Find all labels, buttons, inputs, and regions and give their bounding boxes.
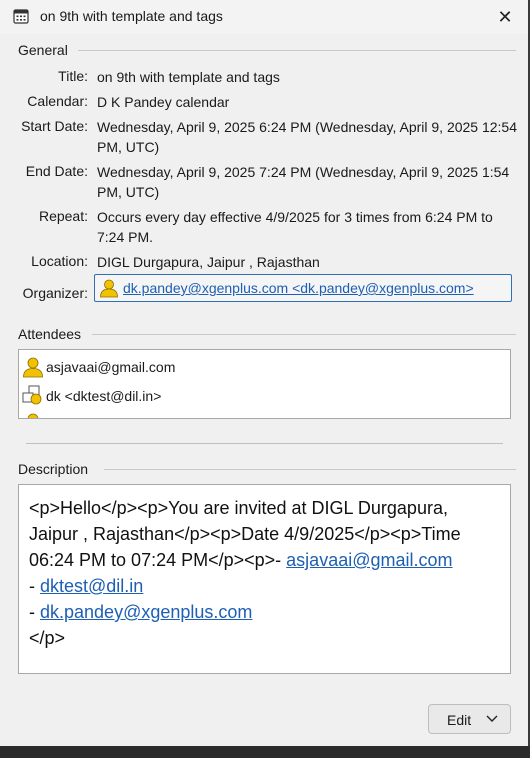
description-divider [104,469,516,470]
end-date-label: End Date: [25,163,88,179]
description-line: <p>Hello</p><p>You are invited at DIGL D… [29,498,448,518]
calendar-icon [13,9,29,24]
title-value: on 9th with template and tags [97,69,280,85]
start-date-value: Wednesday, April 9, 2025 6:24 PM (Wednes… [97,119,518,155]
window-title: on 9th with template and tags [40,8,223,24]
title-label: Title: [58,68,88,84]
description-line: - dk.pandey@xgenplus.com [29,599,500,625]
general-heading: General [18,42,74,58]
organizer-field[interactable]: dk.pandey@xgenplus.com <dk.pandey@xgenpl… [94,274,512,302]
calendar-value: D K Pandey calendar [97,94,230,110]
end-date-value: Wednesday, April 9, 2025 7:24 PM (Wednes… [97,164,510,200]
person-icon [100,279,118,298]
start-date-label: Start Date: [21,118,88,134]
email-link[interactable]: dktest@dil.in [40,576,143,596]
description-text-run: - [29,602,40,622]
general-divider [78,50,516,51]
attendee-label: dk <dktest@dil.in> [46,388,162,404]
person-pending-icon [22,385,42,405]
chevron-down-icon [486,715,498,722]
close-button[interactable]: ✕ [482,0,528,34]
description-text-run: 06:24 PM to 07:24 PM</p><p>- [29,550,287,570]
section-divider [26,443,503,444]
description-line: Jaipur , Rajasthan</p><p>Date 4/9/2025</… [29,524,461,544]
description-text-run: - [29,576,40,596]
description-line: 06:24 PM to 07:24 PM</p><p>- asjavaai@gm… [29,547,500,573]
calendar-label: Calendar: [27,93,88,109]
repeat-label: Repeat: [38,208,88,224]
attendees-heading: Attendees [18,326,88,342]
person-icon [27,413,39,418]
email-link[interactable]: asjavaai@gmail.com [286,550,452,570]
attendees-divider [92,334,516,335]
attendee-list[interactable]: asjavaai@gmail.com dk <dktest@dil.in> [18,349,511,419]
location-value: DIGL Durgapura, Jaipur , Rajasthan [97,254,320,270]
close-icon: ✕ [497,6,513,27]
event-dialog: on 9th with template and tags ✕ General … [0,0,530,746]
location-label: Location: [31,253,88,269]
edit-label: Edit [447,712,472,728]
description-heading: Description [18,461,95,477]
title-bar: on 9th with template and tags ✕ [0,0,528,34]
description-text[interactable]: <p>Hello</p><p>You are invited at DIGL D… [18,484,511,674]
description-line: - dktest@dil.in [29,573,500,599]
organizer-link[interactable]: dk.pandey@xgenplus.com <dk.pandey@xgenpl… [123,280,474,296]
organizer-label: Organizer: [22,285,88,301]
repeat-value: Occurs every day effective 4/9/2025 for … [97,209,493,245]
person-icon [23,357,43,378]
description-line: </p> [29,628,66,648]
edit-button[interactable]: Edit [428,704,511,734]
attendee-label: asjavaai@gmail.com [46,359,176,375]
email-link[interactable]: dk.pandey@xgenplus.com [40,602,252,622]
